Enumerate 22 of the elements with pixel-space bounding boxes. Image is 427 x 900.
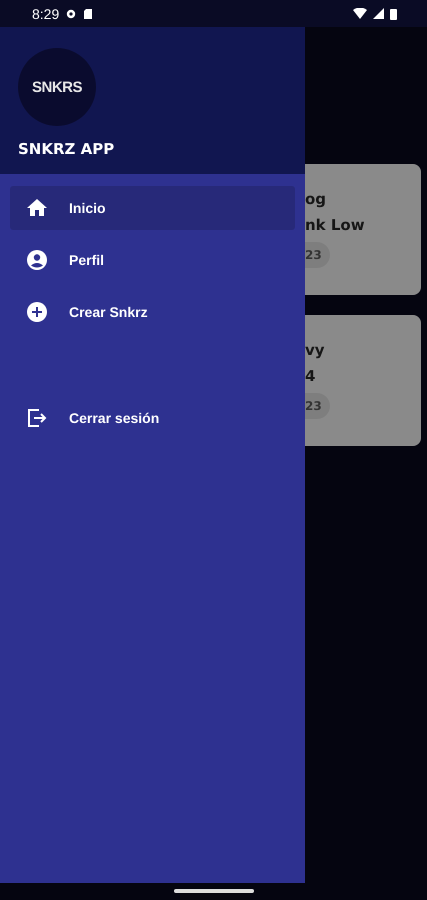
card-subtitle: 4	[305, 367, 316, 385]
sd-card-icon	[83, 8, 94, 20]
year-chip: 23	[305, 242, 330, 268]
app-title: SNKRZ APP	[18, 140, 116, 158]
battery-icon	[390, 8, 397, 20]
card-subtitle: nk Low	[305, 216, 366, 234]
card-title: vy	[305, 341, 326, 359]
year-chip: 23	[305, 393, 330, 419]
wifi-icon	[353, 8, 367, 19]
person-icon	[25, 248, 49, 272]
home-indicator[interactable]	[174, 889, 254, 893]
add-icon	[25, 300, 49, 324]
signal-icon	[373, 8, 384, 19]
status-time: 8:29	[32, 6, 60, 22]
menu-item[interactable]: Crear Snkrz	[10, 290, 295, 334]
logout-item[interactable]: Cerrar sesión	[10, 396, 295, 440]
logout-icon	[25, 406, 49, 430]
card-title: og	[305, 190, 328, 208]
logo-avatar: SNKRS	[18, 48, 96, 126]
menu-item[interactable]: Inicio	[10, 186, 295, 230]
gear-icon	[65, 8, 78, 20]
menu-item[interactable]: Perfil	[10, 238, 295, 282]
